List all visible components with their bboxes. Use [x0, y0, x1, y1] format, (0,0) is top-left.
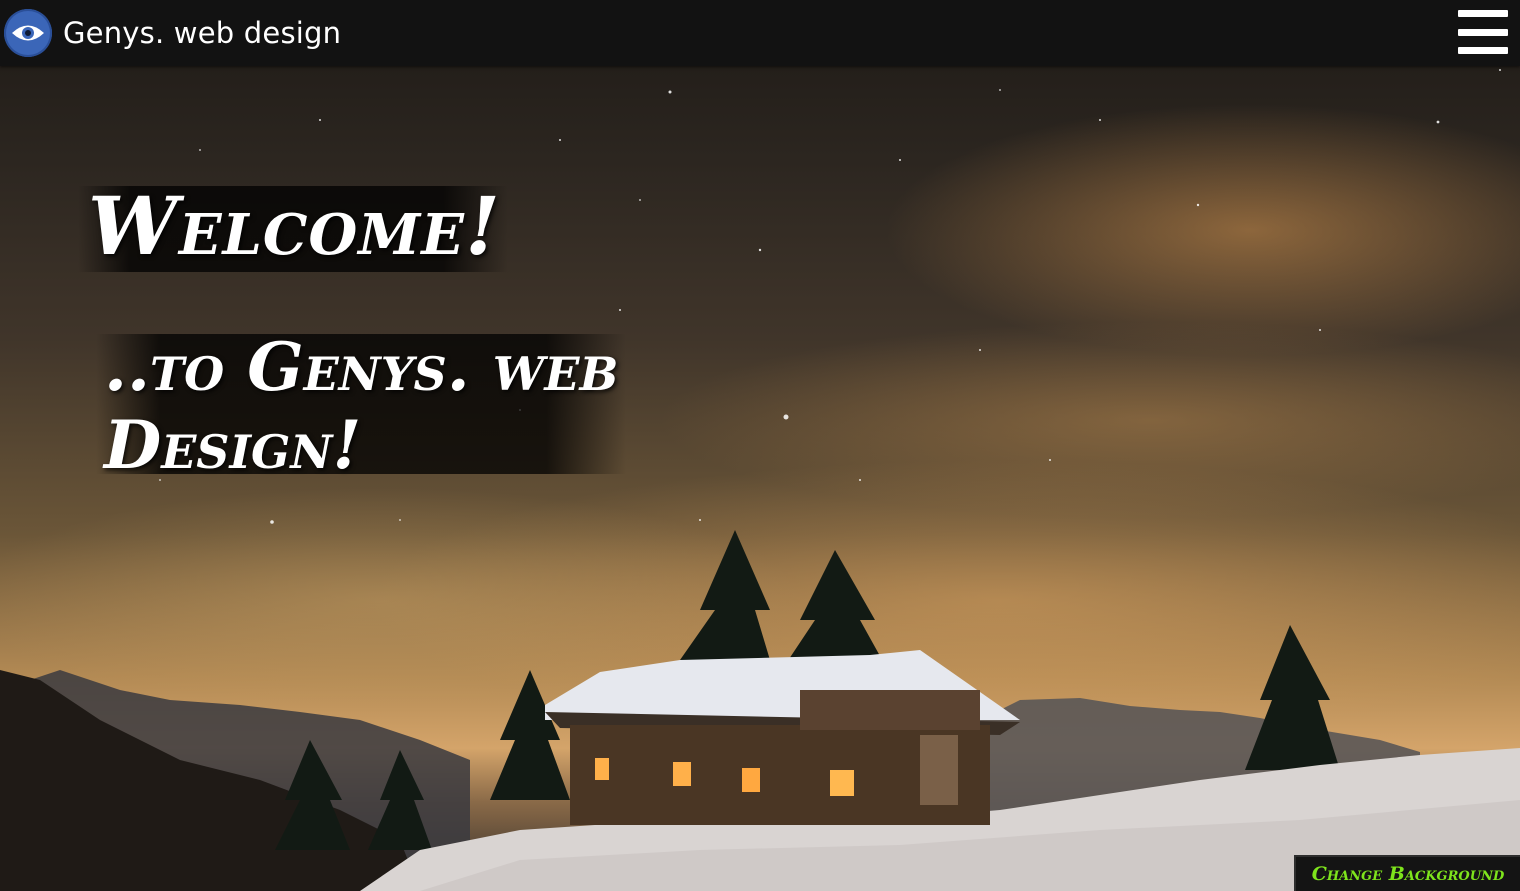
- change-background-button[interactable]: Change Background: [1294, 855, 1520, 891]
- brand-name[interactable]: Genys. web design: [63, 16, 341, 50]
- hamburger-menu-icon[interactable]: [1458, 10, 1508, 54]
- cabin: [545, 650, 1020, 825]
- menu-bar: [1458, 28, 1508, 36]
- menu-bar: [1458, 47, 1508, 54]
- top-navbar: Genys. web design: [0, 0, 1520, 66]
- eye-icon: [12, 25, 44, 41]
- logo-badge[interactable]: [4, 9, 52, 57]
- welcome-subtitle: ..to Genys. web Design!: [104, 328, 619, 484]
- welcome-heading: Welcome!: [88, 179, 502, 273]
- menu-bar: [1458, 10, 1508, 17]
